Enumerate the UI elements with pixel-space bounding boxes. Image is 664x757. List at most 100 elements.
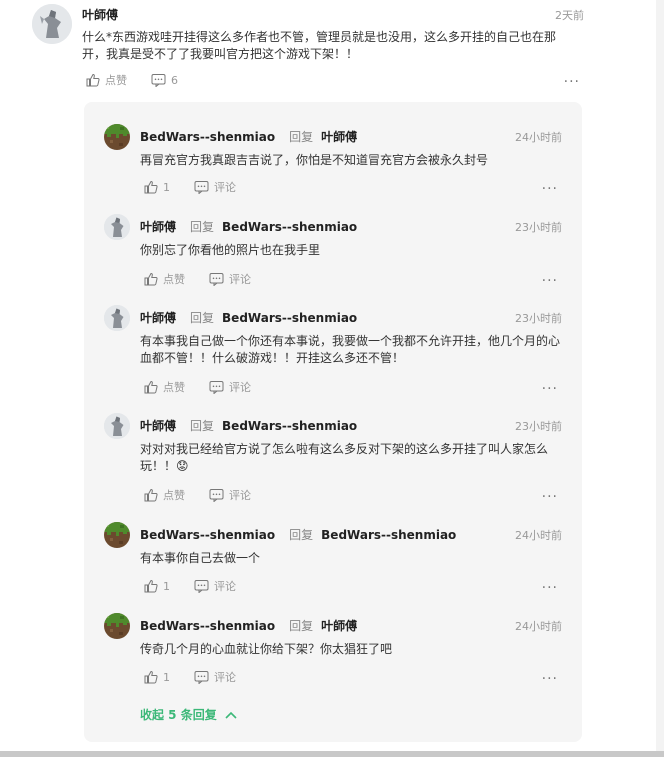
comment-icon — [151, 74, 166, 87]
chevron-up-icon — [225, 711, 237, 719]
thumbs-up-icon — [144, 579, 158, 593]
reply-author-line: BedWars--shenmiao 回复 叶師傅 — [140, 617, 357, 634]
comment-label: 评论 — [229, 489, 251, 502]
bottom-scrollbar[interactable] — [0, 751, 664, 757]
comment-label: 评论 — [214, 580, 236, 593]
comment-label: 评论 — [214, 671, 236, 684]
like-label: 1 — [163, 670, 170, 684]
root-time: 2天前 — [555, 9, 584, 22]
collapse-replies-button[interactable]: 收起 5 条回复 — [140, 706, 237, 723]
reply-word: 回复 — [289, 528, 314, 542]
like-button[interactable]: 1 — [144, 180, 170, 194]
reply-author[interactable]: 叶師傅 — [140, 220, 176, 234]
comment-count: 6 — [171, 73, 178, 87]
reply-author[interactable]: BedWars--shenmiao — [140, 130, 275, 144]
reply-target[interactable]: BedWars--shenmiao — [321, 528, 456, 542]
grass-block-avatar[interactable] — [104, 124, 130, 150]
more-options-button[interactable]: ··· — [542, 382, 558, 396]
comment-button[interactable]: 评论 — [194, 179, 236, 195]
comment-label: 评论 — [229, 381, 251, 394]
like-button[interactable]: 点赞 — [144, 487, 185, 503]
statue-avatar[interactable] — [104, 413, 130, 439]
comment-icon — [209, 273, 224, 286]
reply-word: 回复 — [289, 130, 314, 144]
reply-time: 23小时前 — [515, 312, 562, 325]
reply-text: 你别忘了你看他的照片也在我手里 — [140, 243, 321, 257]
comment-button[interactable]: 评论 — [209, 271, 251, 287]
reply-author-line: 叶師傅 回复 BedWars--shenmiao — [140, 309, 357, 326]
reply-author[interactable]: 叶師傅 — [140, 311, 176, 325]
reply-actions: 点赞 评论 — [144, 487, 275, 503]
grass-block-avatar[interactable] — [104, 522, 130, 548]
reply-time: 23小时前 — [515, 221, 562, 234]
reply-actions: 1 评论 — [144, 578, 260, 594]
comment-button[interactable]: 评论 — [194, 578, 236, 594]
reply-word: 回复 — [190, 419, 215, 433]
more-options-button[interactable]: ··· — [542, 581, 558, 595]
scrollbar[interactable] — [656, 0, 664, 757]
like-button[interactable]: 1 — [144, 670, 170, 684]
like-button[interactable]: 点赞 — [86, 72, 127, 88]
comment-button[interactable]: 评论 — [194, 669, 236, 685]
reply-target[interactable]: 叶師傅 — [321, 619, 357, 633]
thumbs-up-icon — [144, 488, 158, 502]
statue-avatar[interactable] — [104, 214, 130, 240]
collapse-label: 收起 5 条回复 — [140, 708, 217, 722]
comment-icon — [209, 489, 224, 502]
like-button[interactable]: 1 — [144, 579, 170, 593]
comment-label: 评论 — [214, 181, 236, 194]
root-author[interactable]: 叶師傅 — [82, 6, 118, 23]
comment-icon — [209, 381, 224, 394]
more-options-button[interactable]: ··· — [542, 274, 558, 288]
like-label: 点赞 — [163, 489, 185, 502]
reply-text: 对对对我已经给官方说了怎么啦有这么多反对下架的这么多开挂了叫人家怎么玩！！😟 — [140, 442, 549, 473]
reply-text: 再冒充官方我真跟吉吉说了，你怕是不知道冒充官方会被永久封号 — [140, 153, 489, 167]
comment-icon — [194, 181, 209, 194]
reply-target[interactable]: BedWars--shenmiao — [222, 419, 357, 433]
reply-author[interactable]: 叶師傅 — [140, 419, 176, 433]
root-text: 什么*东西游戏哇开挂得这么多作者也不管，管理员就是也没用，这么多开挂的自己也在那… — [82, 30, 557, 61]
reply-time: 24小时前 — [515, 529, 562, 542]
more-options-button[interactable]: ··· — [542, 182, 558, 196]
statue-avatar[interactable] — [32, 4, 72, 44]
grass-block-avatar[interactable] — [104, 613, 130, 639]
like-label: 1 — [163, 579, 170, 593]
comment-button[interactable]: 评论 — [209, 487, 251, 503]
comment-icon — [194, 580, 209, 593]
more-options-button[interactable]: ··· — [542, 490, 558, 504]
reply-target[interactable]: BedWars--shenmiao — [222, 311, 357, 325]
reply-author[interactable]: BedWars--shenmiao — [140, 528, 275, 542]
like-label: 点赞 — [163, 273, 185, 286]
reply-target[interactable]: 叶師傅 — [321, 130, 357, 144]
statue-avatar[interactable] — [104, 305, 130, 331]
thumbs-up-icon — [144, 272, 158, 286]
like-button[interactable]: 点赞 — [144, 379, 185, 395]
comment-button[interactable]: 评论 — [209, 379, 251, 395]
reply-author-line: BedWars--shenmiao 回复 叶師傅 — [140, 128, 357, 145]
reply-text: 有本事我自己做一个你还有本事说，我要做一个我都不允许开挂，他几个月的心血都不管！… — [140, 334, 561, 365]
reply-word: 回复 — [190, 311, 215, 325]
reply-target[interactable]: BedWars--shenmiao — [222, 220, 357, 234]
reply-text: 有本事你自己去做一个 — [140, 551, 261, 565]
comment-label: 评论 — [229, 273, 251, 286]
reply-author-line: 叶師傅 回复 BedWars--shenmiao — [140, 218, 357, 235]
more-options-button[interactable]: ··· — [542, 672, 558, 686]
reply-actions: 1 评论 — [144, 669, 260, 685]
reply-word: 回复 — [289, 619, 314, 633]
reply-actions: 点赞 评论 — [144, 271, 275, 287]
thumbs-up-icon — [144, 380, 158, 394]
reply-time: 24小时前 — [515, 620, 562, 633]
reply-time: 24小时前 — [515, 131, 562, 144]
like-label: 点赞 — [105, 74, 127, 87]
comment-button[interactable]: 6 — [151, 73, 178, 87]
reply-author-line: BedWars--shenmiao 回复 BedWars--shenmiao — [140, 526, 456, 543]
like-button[interactable]: 点赞 — [144, 271, 185, 287]
reply-author[interactable]: BedWars--shenmiao — [140, 619, 275, 633]
reply-actions: 点赞 评论 — [144, 379, 275, 395]
replies-panel: 收起 5 条回复 BedWars--shenmiao 回复 叶師傅 24小时前 再冒… — [84, 102, 582, 742]
reply-actions: 1 评论 — [144, 179, 260, 195]
root-comment: 叶師傅 2天前 什么*东西游戏哇开挂得这么多作者也不管，管理员就是也没用，这么多… — [0, 0, 664, 100]
more-options-button[interactable]: ··· — [564, 75, 580, 89]
reply-author-line: 叶師傅 回复 BedWars--shenmiao — [140, 417, 357, 434]
comment-icon — [194, 671, 209, 684]
